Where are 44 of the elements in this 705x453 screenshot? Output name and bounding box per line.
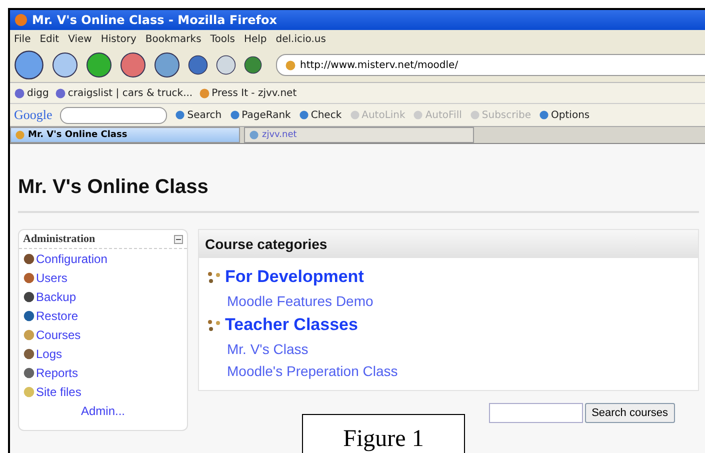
admin-link[interactable]: Configuration xyxy=(36,252,108,266)
browser-tab[interactable]: Mr. V's Online Class xyxy=(10,127,240,143)
admin-link[interactable]: Courses xyxy=(36,328,81,342)
page-title: Mr. V's Online Class xyxy=(18,144,699,213)
category-link[interactable]: For Development xyxy=(225,267,364,287)
toolbar-button[interactable]: PageRank xyxy=(230,110,291,120)
category-icon xyxy=(207,271,221,283)
menu-item[interactable]: Bookmarks xyxy=(145,34,202,44)
toolbar-button[interactable]: Check xyxy=(298,110,342,120)
course-link[interactable]: Mr. V's Class xyxy=(199,338,698,360)
toolbar-button[interactable]: Options xyxy=(539,110,590,120)
block-title: Administration xyxy=(23,233,96,245)
collapse-icon[interactable] xyxy=(174,234,183,244)
admin-link[interactable]: Users xyxy=(36,270,68,284)
toolbar-button[interactable]: Search xyxy=(175,110,222,120)
menu-item[interactable]: History xyxy=(100,34,136,44)
course-link[interactable]: Moodle's Preperation Class xyxy=(199,360,698,382)
admin-link[interactable]: Reports xyxy=(36,366,78,380)
panel-title: Course categories xyxy=(199,230,698,258)
admin-link[interactable]: Admin... xyxy=(80,404,125,418)
menu-item[interactable]: File xyxy=(14,34,31,44)
menu-item[interactable]: Edit xyxy=(40,34,60,44)
window-title: Mr. V's Online Class - Mozilla Firefox xyxy=(32,13,277,27)
search-field[interactable] xyxy=(488,403,583,423)
admin-link[interactable]: Backup xyxy=(36,290,76,304)
browser-tab[interactable]: zjvv.net xyxy=(244,127,474,143)
admin-link[interactable]: Site files xyxy=(36,384,82,398)
course-link[interactable]: Moodle Features Demo xyxy=(199,290,698,312)
menu-item[interactable]: Help xyxy=(244,34,267,44)
google-logo: Google xyxy=(14,107,52,123)
bookmark-item[interactable]: Press It - zjvv.net xyxy=(198,88,297,98)
admin-link[interactable]: Logs xyxy=(36,346,62,360)
google-search-field[interactable] xyxy=(60,106,168,124)
address-field[interactable]: http://www.misterv.net/moodle/ xyxy=(276,54,705,76)
bookmark-item[interactable]: digg xyxy=(14,88,49,98)
search-button[interactable]: Search courses xyxy=(584,403,675,423)
category-icon xyxy=(207,319,221,331)
menu-item[interactable]: Tools xyxy=(210,34,235,44)
figure-caption: Figure 1 xyxy=(302,414,465,453)
category-link[interactable]: Teacher Classes xyxy=(225,315,358,335)
admin-link[interactable]: Restore xyxy=(36,308,78,322)
menu-item[interactable]: View xyxy=(68,34,92,44)
menu-item[interactable]: del.icio.us xyxy=(276,34,326,44)
bookmark-item[interactable]: craigslist | cars & truck... xyxy=(54,88,193,98)
